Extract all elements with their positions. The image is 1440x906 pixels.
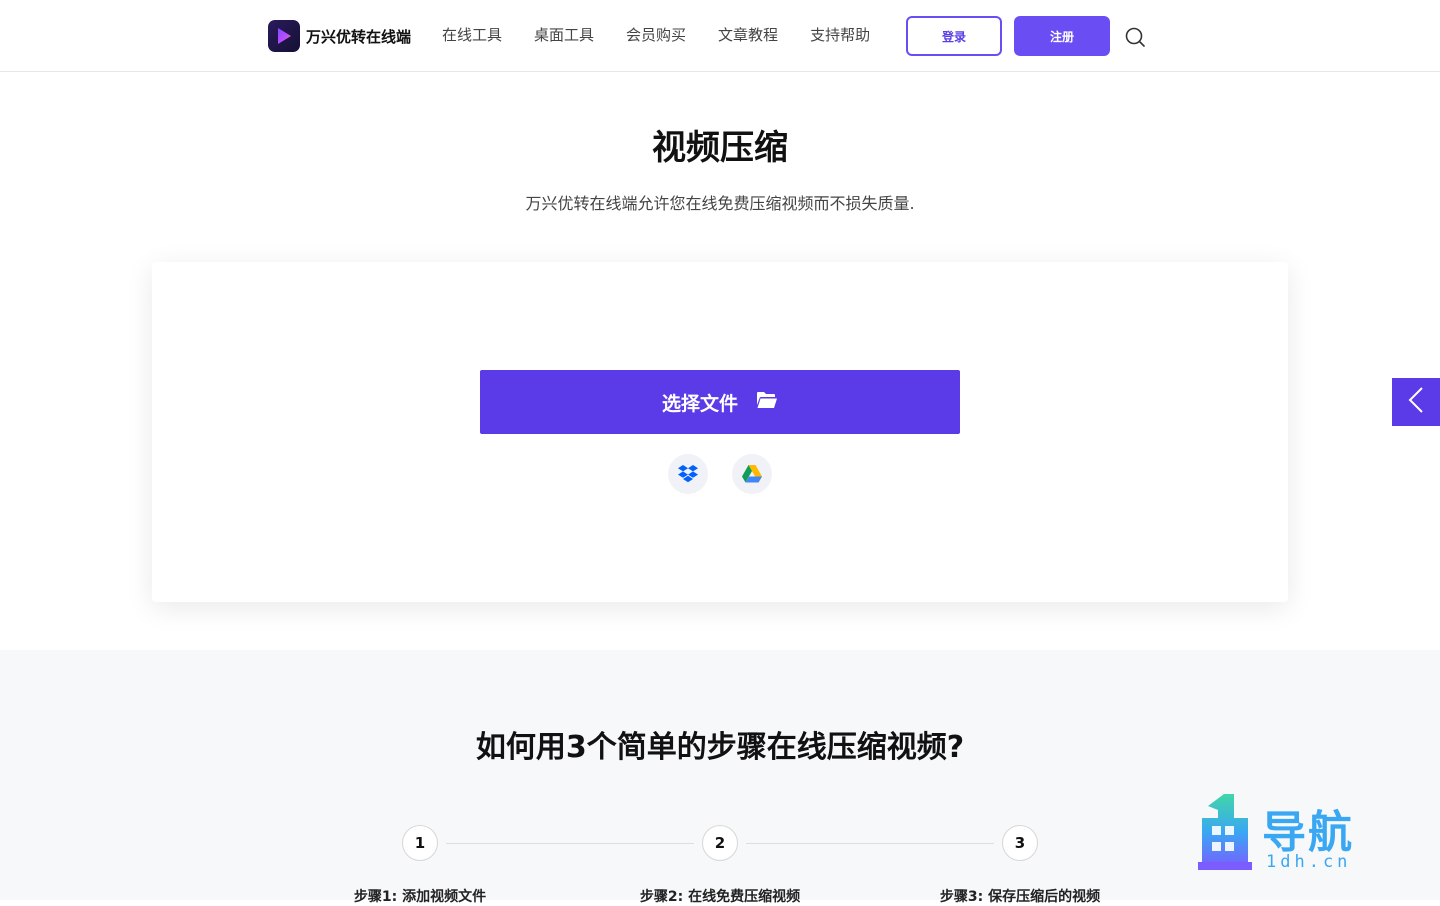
- upload-card: 选择文件: [152, 262, 1288, 602]
- step-connector: [446, 843, 694, 844]
- folder-open-icon: [756, 391, 778, 413]
- dropbox-icon[interactable]: [668, 454, 708, 494]
- top-header: 万兴优转在线端 在线工具 桌面工具 会员购买 文章教程 支持帮助 登录 注册: [0, 0, 1440, 72]
- nav-online-tools[interactable]: 在线工具: [442, 24, 502, 45]
- page-subtitle: 万兴优转在线端允许您在线免费压缩视频而不损失质量.: [525, 194, 915, 213]
- step-label-2: 步骤2: 在线免费压缩视频: [639, 889, 801, 905]
- nav-support[interactable]: 支持帮助: [810, 24, 870, 45]
- google-drive-icon[interactable]: [732, 454, 772, 494]
- step-number-1: 1: [402, 825, 438, 861]
- page-title: 视频压缩: [652, 128, 788, 168]
- register-button[interactable]: 注册: [1014, 16, 1110, 56]
- choose-file-label: 选择文件: [661, 392, 738, 415]
- watermark-logo-icon: [1198, 792, 1254, 878]
- step-label-1: 步骤1: 添加视频文件: [353, 889, 487, 905]
- site-watermark: 导航 1dh.cn: [1198, 792, 1378, 874]
- watermark-text: 导航: [1262, 807, 1354, 858]
- step-label-3: 步骤3: 保存压缩后的视频: [939, 889, 1101, 905]
- logo-text: 万兴优转在线端: [306, 27, 412, 46]
- nav-desktop-tools[interactable]: 桌面工具: [534, 24, 594, 45]
- login-button[interactable]: 登录: [906, 16, 1002, 56]
- logo-icon: [268, 20, 300, 52]
- nav-tutorials[interactable]: 文章教程: [718, 24, 778, 45]
- step-connector: [746, 843, 994, 844]
- brand-logo[interactable]: 万兴优转在线端: [268, 20, 411, 52]
- step-number-3: 3: [1002, 825, 1038, 861]
- nav-membership[interactable]: 会员购买: [626, 24, 686, 45]
- chevron-left-icon: [1406, 386, 1426, 418]
- step-number-2: 2: [702, 825, 738, 861]
- steps-title: 如何用3个简单的步骤在线压缩视频?: [475, 730, 965, 765]
- side-panel-toggle[interactable]: [1392, 378, 1440, 426]
- choose-file-button[interactable]: 选择文件: [480, 370, 960, 434]
- cloud-import-options: [668, 454, 772, 494]
- watermark-domain: 1dh.cn: [1266, 852, 1352, 872]
- main-nav: 在线工具 桌面工具 会员购买 文章教程 支持帮助: [442, 24, 870, 45]
- search-icon[interactable]: [1124, 26, 1146, 48]
